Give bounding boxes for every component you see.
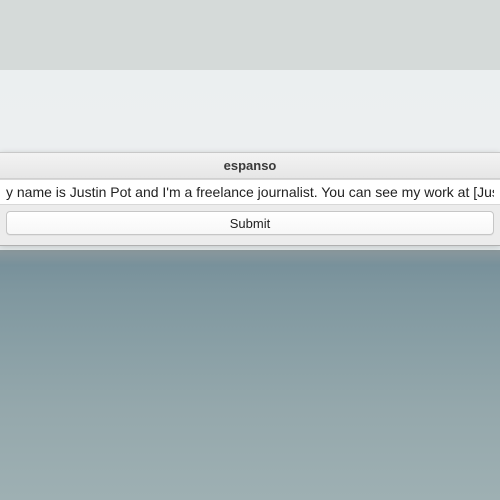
expansion-text-input[interactable] (0, 179, 500, 205)
desktop-wallpaper (0, 0, 500, 500)
submit-button[interactable]: Submit (6, 211, 494, 235)
button-row: Submit (0, 205, 500, 245)
espanso-window: espanso Submit (0, 152, 500, 246)
window-titlebar[interactable]: espanso (0, 153, 500, 179)
window-title: espanso (224, 158, 277, 173)
